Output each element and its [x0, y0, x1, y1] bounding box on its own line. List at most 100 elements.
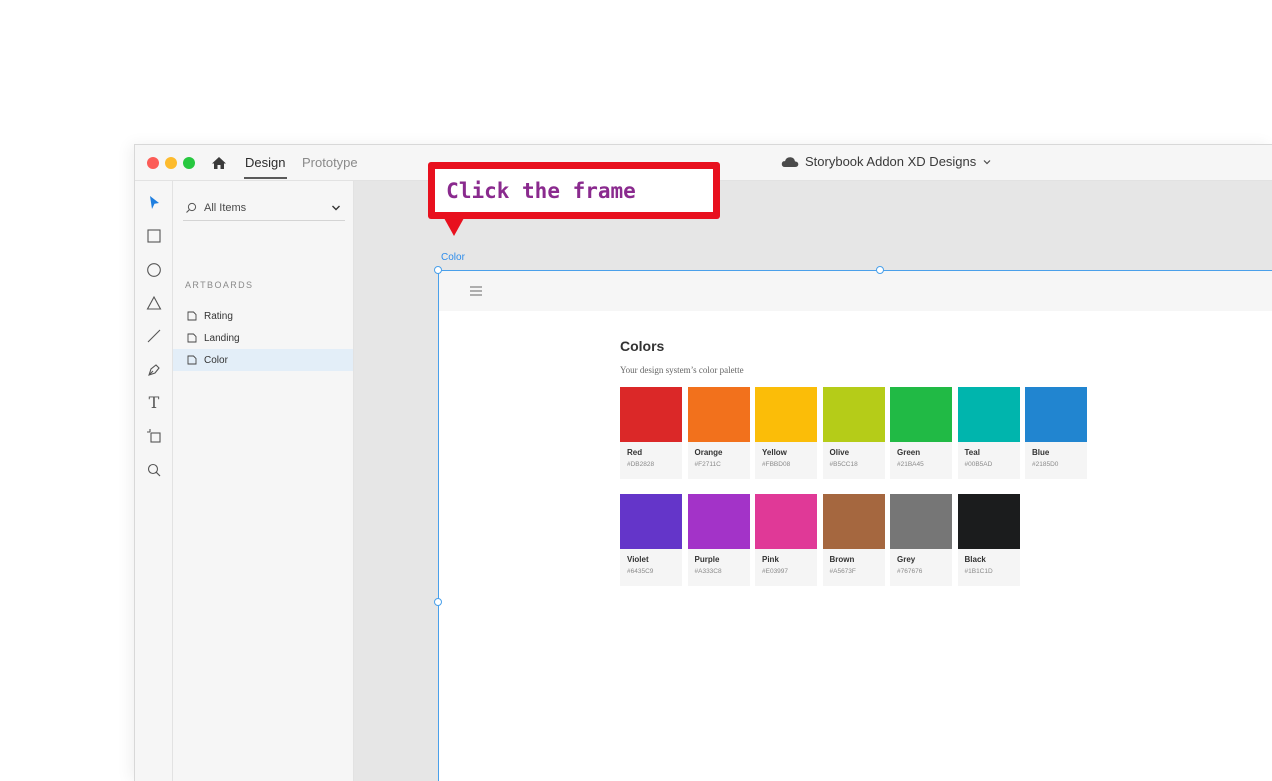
line-icon: [147, 329, 161, 343]
swatch-name: Grey: [897, 554, 916, 564]
swatch-card-olive[interactable]: Olive #B5CC18: [822, 387, 885, 479]
tools-panel: T: [135, 181, 173, 781]
text-tool[interactable]: T: [145, 394, 163, 412]
swatch-color: [755, 387, 817, 442]
artboard-name-label[interactable]: Color: [441, 252, 465, 263]
swatch-name: Black: [964, 554, 986, 564]
ellipse-icon: [147, 263, 161, 277]
swatch-color: [620, 387, 682, 442]
swatch-color: [822, 493, 885, 549]
swatch-hex: #2185D0: [1032, 461, 1059, 468]
swatch-card-green[interactable]: Green #21BA45: [890, 387, 952, 479]
swatch-card-teal[interactable]: Teal #00B5AD: [957, 387, 1020, 479]
artboards-heading: ARTBOARDS: [185, 280, 254, 290]
zoom-icon: [147, 463, 161, 477]
swatch-card-red[interactable]: Red #DB2828: [620, 387, 682, 479]
artboard-icon: [147, 429, 161, 443]
callout-text: Click the frame: [446, 178, 636, 203]
artboard-page-icon: [187, 355, 197, 365]
swatch-name: Yellow: [762, 448, 787, 457]
layers-filter[interactable]: All Items: [183, 195, 345, 221]
artboard-page-icon: [187, 311, 197, 321]
zoom-window-button[interactable]: [183, 157, 195, 169]
swatch-hex: #B5CC18: [829, 461, 858, 468]
rectangle-icon: [147, 229, 161, 243]
swatch-hex: #DB2828: [627, 461, 655, 468]
swatch-card-brown[interactable]: Brown #A5673F: [822, 493, 885, 586]
callout-pointer: [444, 218, 464, 236]
artboard-item-color[interactable]: Color: [173, 349, 353, 371]
artboard-page-icon: [187, 333, 197, 343]
pen-icon: [148, 364, 160, 376]
swatch-name: Blue: [1032, 448, 1050, 457]
swatch-card-pink[interactable]: Pink #E03997: [755, 493, 817, 586]
swatch-name: Purple: [694, 554, 720, 564]
resize-handle-top-left[interactable]: [434, 266, 442, 274]
artboard-item-label: Color: [204, 354, 228, 366]
artboard-header-bar: [439, 271, 1272, 311]
swatch-name: Violet: [627, 554, 649, 564]
select-tool[interactable]: [145, 194, 163, 212]
resize-handle-middle-left[interactable]: [434, 598, 442, 606]
home-icon[interactable]: [211, 155, 227, 171]
swatch-color: [890, 493, 952, 549]
chevron-down-icon: [983, 159, 991, 164]
search-icon: [186, 202, 197, 213]
swatch-hex: #00B5AD: [964, 461, 993, 468]
instruction-callout: Click the frame: [428, 162, 720, 219]
resize-handle-top-middle[interactable]: [876, 266, 884, 274]
minimize-window-button[interactable]: [165, 157, 177, 169]
tab-prototype[interactable]: Prototype: [302, 155, 358, 171]
swatch-hex: #21BA45: [897, 461, 924, 468]
select-icon: [150, 196, 159, 209]
swatch-color: [822, 387, 885, 442]
swatch-color: [957, 387, 1020, 442]
zoom-tool[interactable]: [145, 461, 163, 479]
chevron-down-icon[interactable]: [331, 203, 341, 213]
pen-tool[interactable]: [145, 361, 163, 379]
swatch-card-grey[interactable]: Grey #767676: [890, 493, 952, 586]
ellipse-tool[interactable]: [145, 261, 163, 279]
rectangle-tool[interactable]: [145, 227, 163, 245]
swatch-name: Brown: [829, 554, 855, 564]
artboard-item-label: Rating: [204, 310, 233, 322]
polygon-icon: [146, 295, 162, 310]
swatch-color: [687, 493, 750, 549]
artboard-item-rating[interactable]: Rating: [173, 305, 353, 327]
swatch-hex: #767676: [897, 567, 923, 575]
tab-design[interactable]: Design: [245, 155, 285, 171]
cloud-icon: [781, 156, 799, 167]
polygon-tool[interactable]: [145, 294, 163, 312]
swatch-hex: #6435C9: [627, 567, 654, 575]
palette-title: Colors: [620, 338, 665, 354]
filter-label: All Items: [204, 201, 247, 214]
swatch-color: [755, 493, 817, 549]
artboard-tool[interactable]: [145, 427, 163, 445]
document-title: Storybook Addon XD Designs: [805, 154, 977, 169]
swatch-hex: #1B1C1D: [964, 567, 993, 575]
swatch-name: Pink: [762, 554, 779, 564]
swatch-hex: #A333C8: [694, 567, 722, 575]
swatch-name: Red: [627, 448, 643, 457]
swatch-name: Teal: [964, 448, 980, 457]
swatch-card-black[interactable]: Black #1B1C1D: [957, 493, 1020, 586]
color-artboard-frame[interactable]: Colors Your design system’s color palett…: [438, 270, 1272, 781]
palette-subtitle: Your design system’s color palette: [620, 365, 744, 375]
artboard-item-label: Landing: [204, 332, 240, 344]
swatch-color: [1025, 387, 1087, 442]
swatch-card-yellow[interactable]: Yellow #FBBD08: [755, 387, 817, 479]
swatch-hex: #A5673F: [829, 567, 856, 575]
swatch-color: [890, 387, 952, 442]
close-window-button[interactable]: [147, 157, 159, 169]
swatch-hex: #F2711C: [694, 461, 721, 468]
swatch-card-orange[interactable]: Orange #F2711C: [687, 387, 750, 479]
artboard-item-landing[interactable]: Landing: [173, 327, 353, 349]
swatch-hex: #E03997: [762, 567, 789, 575]
layers-panel: All Items ARTBOARDS Rating Landing Color: [173, 181, 354, 781]
swatch-card-blue[interactable]: Blue #2185D0: [1025, 387, 1087, 479]
swatch-name: Orange: [694, 448, 723, 457]
line-tool[interactable]: [145, 327, 163, 345]
document-title-menu[interactable]: Storybook Addon XD Designs: [781, 154, 992, 169]
swatch-card-purple[interactable]: Purple #A333C8: [687, 493, 750, 586]
swatch-card-violet[interactable]: Violet #6435C9: [620, 493, 682, 586]
